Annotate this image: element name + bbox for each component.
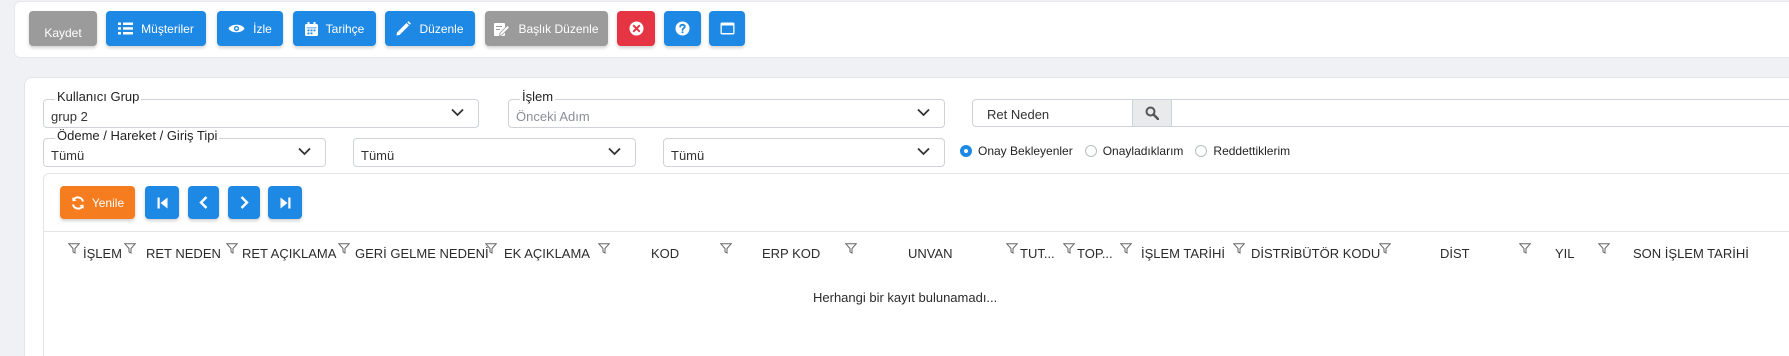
question-circle-icon	[675, 21, 690, 36]
column-header[interactable]: DİST	[1440, 246, 1470, 261]
column-header[interactable]: YIL	[1555, 246, 1575, 261]
first-page-icon	[157, 197, 167, 208]
next-page-button[interactable]	[228, 186, 260, 219]
refresh-icon	[71, 195, 84, 210]
edit-button-label: Düzenle	[419, 21, 464, 36]
radio-rejected-dot[interactable]	[1195, 145, 1208, 157]
filter-icon[interactable]	[124, 243, 136, 254]
column-header[interactable]: RET NEDEN	[146, 246, 221, 261]
filter-icon[interactable]	[1233, 243, 1245, 254]
help-button[interactable]	[664, 11, 701, 46]
filter-3-value: Tümü	[671, 148, 705, 163]
edit-document-icon	[494, 22, 511, 36]
chevron-down-icon	[298, 147, 311, 156]
watch-button-label: İzle	[253, 21, 272, 36]
filter-icon[interactable]	[1519, 243, 1531, 254]
radio-approved-dot[interactable]	[1084, 145, 1097, 157]
column-header[interactable]: İŞLEM TARİHİ	[1141, 246, 1225, 261]
column-header[interactable]: EK AÇIKLAMA	[504, 246, 590, 261]
watch-button[interactable]: İzle	[217, 11, 283, 46]
filter-select-3[interactable]: Tümü	[663, 138, 945, 167]
pencil-icon	[396, 21, 412, 36]
radio-approved-label: Onayladıklarım	[1102, 144, 1184, 158]
chevron-down-icon	[451, 108, 464, 117]
save-button-label: Kaydet	[44, 25, 82, 40]
column-header[interactable]: TUT...	[1020, 246, 1055, 261]
column-header[interactable]: RET AÇIKLAMA	[242, 246, 336, 261]
search-icon	[1145, 106, 1159, 120]
filter-icon[interactable]	[1006, 243, 1018, 254]
payment-type-value: Tümü	[51, 148, 85, 163]
close-circle-icon	[629, 21, 643, 36]
column-header[interactable]: TOP...	[1077, 246, 1113, 261]
filter-icon[interactable]	[845, 243, 857, 254]
operation-value: Önceki Adım	[516, 109, 590, 124]
column-header[interactable]: İŞLEM	[83, 246, 122, 261]
save-button[interactable]: Kaydet	[29, 11, 97, 46]
column-header[interactable]: UNVAN	[908, 246, 953, 261]
user-group-select[interactable]: Kullanıcı Grup grup 2	[43, 90, 479, 128]
chevron-down-icon	[917, 147, 930, 156]
prev-page-button[interactable]	[188, 186, 219, 219]
operation-label: İşlem	[520, 89, 556, 104]
search-input[interactable]: Ret Neden	[987, 107, 1049, 122]
payment-type-select[interactable]: Ödeme / Hareket / Giriş Tipi Tümü	[43, 129, 326, 167]
operation-select[interactable]: İşlem Önceki Adım	[508, 90, 945, 128]
list-icon	[118, 22, 134, 35]
customers-button-label: Müşteriler	[141, 21, 194, 36]
radio-pending-label: Onay Bekleyenler	[978, 144, 1073, 158]
filter-2-value: Tümü	[361, 148, 395, 163]
last-page-button[interactable]	[268, 186, 302, 219]
filter-icon[interactable]	[1379, 243, 1391, 254]
history-button[interactable]: Tarihçe	[293, 11, 376, 46]
filter-icon[interactable]	[68, 243, 80, 254]
filter-icon[interactable]	[720, 243, 732, 254]
first-page-button[interactable]	[145, 186, 179, 219]
window-button[interactable]	[709, 11, 745, 46]
header-edit-button-label: Başlık Düzenle	[518, 21, 599, 36]
chevron-right-icon	[240, 196, 249, 209]
search-button[interactable]	[1132, 99, 1172, 127]
history-button-label: Tarihçe	[325, 21, 365, 36]
cancel-button[interactable]	[617, 11, 655, 46]
filter-icon[interactable]	[1063, 243, 1075, 254]
calendar-icon	[304, 21, 318, 36]
customers-button[interactable]: Müşteriler	[106, 11, 206, 46]
data-grid	[43, 173, 1789, 356]
refresh-button-label: Yenile	[91, 195, 125, 210]
radio-pending[interactable]: Onay Bekleyenler	[960, 144, 1073, 158]
chevron-left-icon	[199, 196, 208, 209]
approval-status-radios: Onay Bekleyenler Onayladıklarım Reddetti…	[960, 144, 1290, 158]
reject-reason-search[interactable]: Ret Neden	[972, 99, 1789, 127]
radio-rejected[interactable]: Reddettiklerim	[1195, 144, 1290, 158]
refresh-button[interactable]: Yenile	[60, 186, 135, 219]
column-header[interactable]: GERİ GELME NEDENİ	[355, 246, 489, 261]
empty-message: Herhangi bir kayıt bulunamadı...	[813, 290, 998, 305]
payment-type-label: Ödeme / Hareket / Giriş Tipi	[55, 128, 220, 143]
filter-icon[interactable]	[226, 243, 238, 254]
filter-icon[interactable]	[598, 243, 610, 254]
filter-icon[interactable]	[1598, 243, 1610, 254]
edit-button[interactable]: Düzenle	[385, 11, 475, 46]
column-header[interactable]: ERP KOD	[762, 246, 820, 261]
column-header[interactable]: DİSTRİBÜTÖR KODU	[1251, 246, 1380, 261]
column-header[interactable]: SON İŞLEM TARİHİ	[1633, 246, 1749, 261]
filter-icon[interactable]	[338, 243, 350, 254]
column-header[interactable]: KOD	[651, 246, 679, 261]
radio-approved[interactable]: Onayladıklarım	[1084, 144, 1184, 158]
grid-toolbar	[44, 174, 1789, 232]
filter-icon[interactable]	[485, 243, 497, 254]
chevron-down-icon	[917, 108, 930, 117]
radio-rejected-label: Reddettiklerim	[1213, 144, 1291, 158]
radio-pending-dot[interactable]	[960, 145, 972, 157]
eye-icon	[228, 24, 245, 33]
filter-select-2[interactable]: Tümü	[353, 138, 636, 167]
chevron-down-icon	[608, 147, 621, 156]
user-group-value: grup 2	[51, 109, 88, 124]
last-page-icon	[280, 197, 290, 208]
window-icon	[720, 22, 734, 35]
header-edit-button[interactable]: Başlık Düzenle	[485, 11, 608, 46]
user-group-label: Kullanıcı Grup	[55, 89, 142, 104]
filter-icon[interactable]	[1120, 243, 1132, 254]
